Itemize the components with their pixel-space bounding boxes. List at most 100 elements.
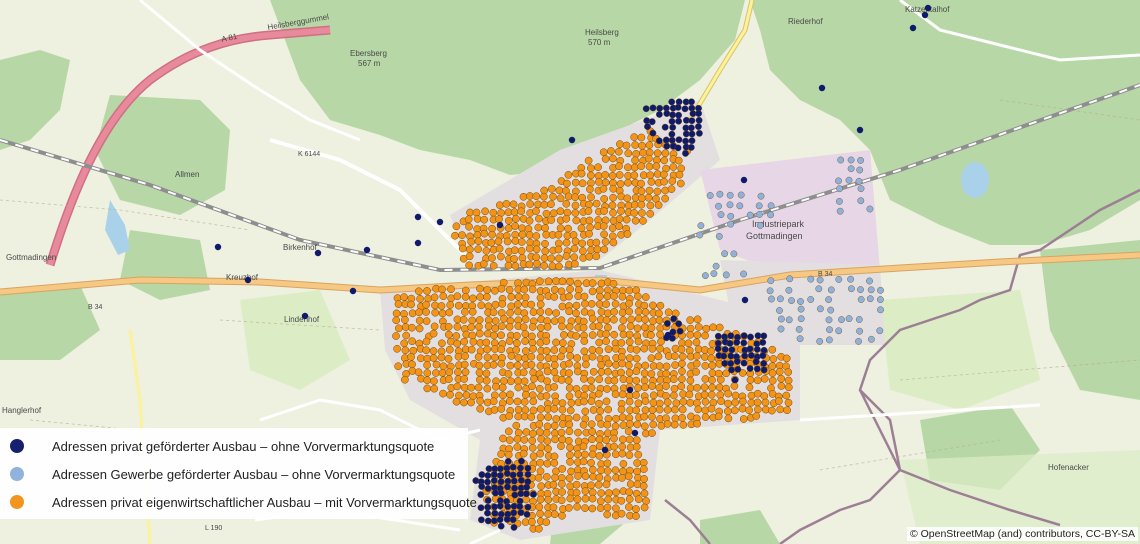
- address-dot: [530, 374, 538, 383]
- address-dot: [924, 4, 932, 12]
- address-dot: [578, 179, 587, 188]
- address-dot: [684, 339, 693, 348]
- address-dot: [585, 252, 594, 261]
- address-dot: [585, 216, 594, 225]
- address-dot: [688, 117, 696, 125]
- address-dot: [571, 237, 580, 246]
- label-heilsberg: Heilsberg: [585, 28, 619, 37]
- address-dot: [618, 353, 626, 361]
- address-dot: [721, 345, 729, 353]
- address-dot: [480, 215, 489, 224]
- address-dot: [847, 156, 855, 164]
- address-dot: [491, 509, 499, 517]
- address-dot: [745, 406, 753, 415]
- address-dot: [516, 502, 524, 510]
- address-dot: [753, 365, 761, 373]
- address-dot: [558, 488, 566, 496]
- address-dot: [640, 412, 649, 421]
- address-dot: [467, 383, 476, 392]
- address-dot: [602, 397, 611, 406]
- address-dot: [670, 420, 679, 429]
- address-dot: [623, 194, 632, 203]
- address-dot: [648, 412, 656, 421]
- address-dot: [777, 325, 785, 333]
- address-dot: [474, 353, 483, 361]
- address-dot: [708, 369, 717, 377]
- address-dot: [610, 330, 618, 339]
- label-b34-left: B 34: [88, 304, 103, 311]
- address-dot: [597, 307, 606, 316]
- address-dot: [565, 504, 573, 512]
- address-dot: [496, 465, 504, 473]
- address-dot: [616, 140, 624, 148]
- map-attribution[interactable]: © OpenStreetMap (and) contributors, CC-B…: [906, 527, 1138, 541]
- address-dot: [503, 516, 511, 523]
- address-dot: [542, 337, 551, 345]
- address-dot: [557, 428, 566, 437]
- address-dot: [520, 435, 529, 444]
- address-dot: [544, 413, 553, 421]
- address-dot: [712, 262, 720, 270]
- address-dot: [474, 245, 482, 254]
- address-dot: [630, 163, 639, 172]
- address-dot: [679, 397, 688, 406]
- address-dot: [644, 193, 653, 202]
- address-dot: [726, 339, 734, 347]
- address-dot: [467, 237, 476, 246]
- address-dot: [491, 503, 498, 511]
- address-dot: [756, 221, 764, 229]
- address-dot: [505, 337, 514, 345]
- address-dot: [536, 509, 544, 518]
- address-dot: [454, 352, 463, 361]
- address-dot: [528, 323, 537, 331]
- address-dot: [614, 147, 623, 156]
- address-dot: [558, 465, 567, 473]
- address-dot: [543, 437, 552, 445]
- address-dot: [540, 254, 549, 262]
- address-dot: [609, 238, 618, 247]
- address-dot: [625, 503, 633, 511]
- address-dot: [660, 170, 668, 179]
- address-dot: [497, 284, 506, 293]
- address-dot: [514, 383, 523, 392]
- address-dot: [768, 406, 776, 415]
- label-gottmadingen: Gottmadingen: [6, 253, 56, 262]
- address-dot: [502, 200, 511, 208]
- address-dot: [461, 368, 470, 376]
- address-dot: [588, 435, 596, 444]
- address-dot: [445, 308, 454, 317]
- address-dot: [490, 477, 498, 484]
- address-dot: [826, 336, 833, 344]
- address-dot: [461, 308, 469, 316]
- address-dot: [731, 398, 740, 407]
- address-dot: [678, 359, 686, 368]
- address-dot: [641, 406, 650, 414]
- address-dot: [547, 185, 556, 193]
- address-dot: [504, 457, 512, 465]
- address-dot: [510, 509, 518, 517]
- address-dot: [747, 333, 754, 341]
- address-dot: [746, 345, 754, 353]
- address-dot: [565, 292, 573, 301]
- map-view[interactable]: A 81 Heilsberggummel Ebersberg 567 m Hei…: [0, 0, 1140, 544]
- address-dot: [446, 390, 454, 399]
- address-dot: [639, 171, 648, 180]
- label-hofenacker: Hofenacker: [1048, 463, 1089, 472]
- address-dot: [446, 337, 455, 346]
- address-dot: [625, 488, 634, 496]
- address-dot: [536, 467, 545, 476]
- address-dot: [459, 315, 468, 324]
- address-dot: [476, 284, 484, 293]
- address-dot: [552, 277, 560, 285]
- address-dot: [674, 156, 683, 165]
- address-dot: [481, 207, 489, 216]
- address-dot: [753, 345, 761, 353]
- address-dot: [633, 467, 641, 476]
- address-dot: [564, 436, 573, 445]
- address-dot: [610, 434, 618, 443]
- address-dot: [496, 221, 504, 229]
- address-dot: [544, 495, 553, 504]
- address-dot: [868, 335, 875, 343]
- address-dot: [768, 295, 775, 303]
- address-dot: [552, 415, 561, 423]
